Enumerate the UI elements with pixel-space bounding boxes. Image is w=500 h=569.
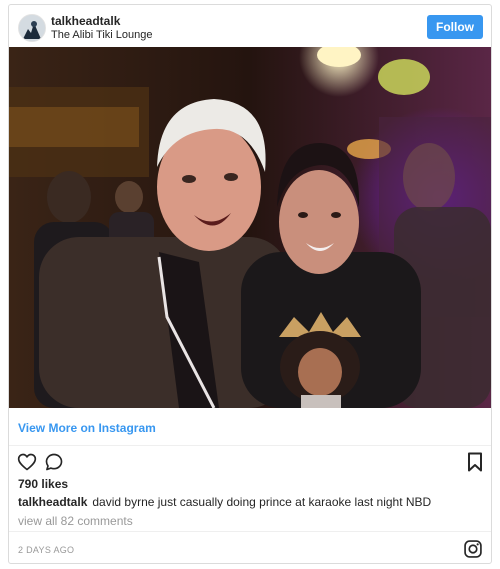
location-link[interactable]: The Alibi Tiki Lounge [51,29,153,41]
username-link[interactable]: talkheadtalk [51,14,120,28]
view-comments-link[interactable]: view all 82 comments [18,514,133,528]
heart-icon[interactable] [17,452,37,477]
post-timestamp: 2 DAYS AGO [18,545,75,555]
comment-icon[interactable] [44,452,64,477]
avatar[interactable] [18,14,46,42]
post-actions [9,446,491,476]
view-more-link[interactable]: View More on Instagram [18,421,156,435]
post-footer: 2 DAYS AGO [9,531,491,563]
instagram-embed-card: talkheadtalk The Alibi Tiki Lounge Follo… [8,4,492,564]
post-header: talkheadtalk The Alibi Tiki Lounge Follo… [9,5,491,47]
post-photo[interactable] [9,47,491,408]
caption-text: david byrne just casually doing prince a… [92,495,432,509]
post-caption: talkheadtalk david byrne just casually do… [18,495,478,509]
instagram-logo-icon[interactable] [463,539,483,563]
view-more-bar: View More on Instagram [9,408,491,446]
follow-button[interactable]: Follow [427,15,483,39]
likes-count[interactable]: 790 likes [18,477,68,491]
caption-username-link[interactable]: talkheadtalk [18,495,87,509]
bookmark-icon[interactable] [467,452,483,477]
